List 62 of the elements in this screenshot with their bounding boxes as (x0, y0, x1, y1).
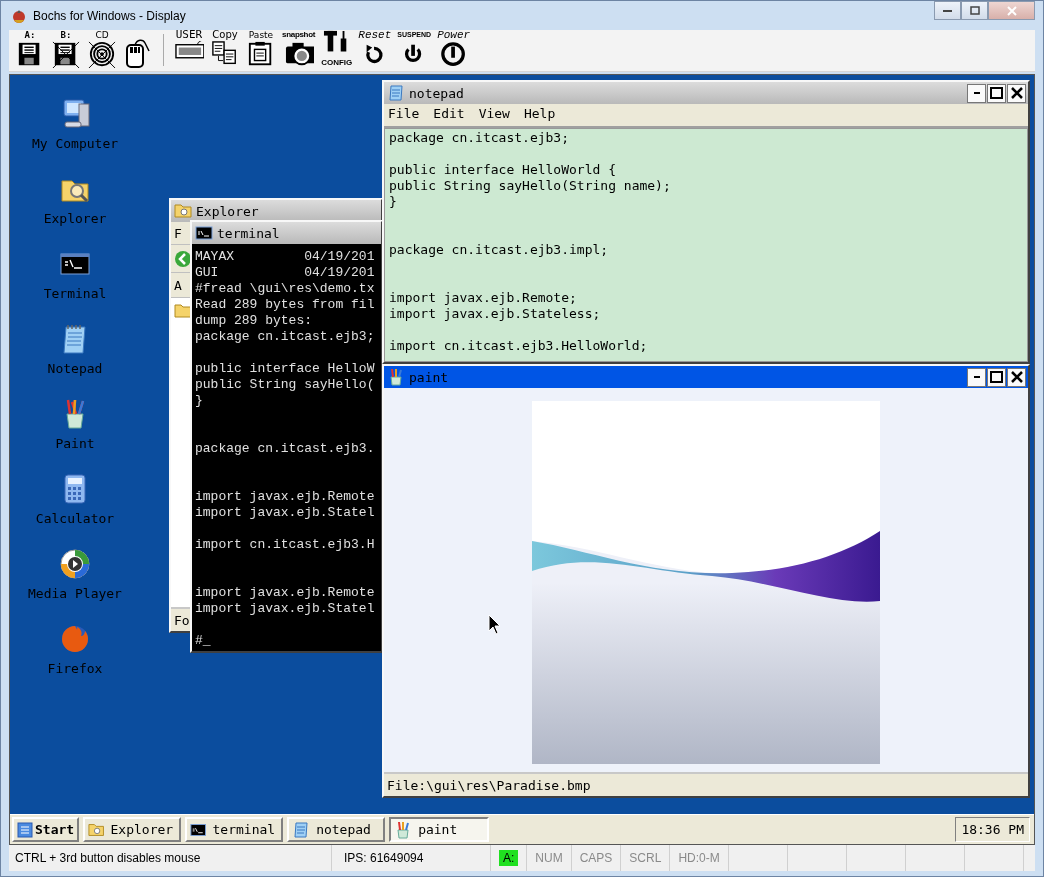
terminal-icon (195, 224, 213, 242)
status-indicator: HD:0-M (678, 851, 720, 865)
minimize-button[interactable] (967, 367, 986, 387)
minimize-icon (973, 375, 980, 378)
minimize-icon (973, 91, 980, 94)
maximize-icon (990, 370, 1003, 383)
clock: 18:36 PM (955, 817, 1030, 842)
start-menu-icon (17, 821, 33, 838)
status-indicator: NUM (535, 851, 563, 865)
taskbar-button[interactable]: terminal (185, 817, 284, 842)
window-title: paint (409, 369, 449, 385)
address-label: A (174, 277, 182, 293)
start-button[interactable]: Start (12, 817, 80, 842)
status-text: File:\gui\res\Paradise.bmp (387, 777, 591, 793)
minimize-button[interactable] (967, 83, 986, 103)
close-icon (1010, 370, 1023, 383)
minimize-icon (943, 9, 952, 12)
window-title: Explorer (196, 203, 259, 219)
notepad-icon (292, 820, 311, 839)
power-button[interactable]: Power (437, 30, 471, 68)
status-indicator: A: (499, 850, 519, 866)
close-icon (1010, 86, 1023, 99)
status-text: Fo (174, 612, 190, 628)
close-button[interactable] (1007, 83, 1026, 103)
menu-item[interactable]: File (388, 106, 420, 124)
paint-brushes-icon (387, 368, 405, 386)
close-button[interactable] (1007, 367, 1026, 387)
camera-icon (283, 41, 314, 68)
menu-item[interactable]: F (174, 225, 182, 241)
menu-item[interactable]: Edit (433, 106, 465, 124)
copy-button[interactable]: Copy (210, 30, 240, 68)
menu-item[interactable]: Help (523, 106, 556, 124)
window-title: Bochs for Windows - Display (33, 8, 186, 23)
media-player-icon (59, 548, 91, 580)
taskbar-button[interactable]: notepad (287, 817, 386, 842)
taskbar-button[interactable]: paint (389, 817, 490, 842)
window-title: terminal (217, 225, 280, 241)
ips-counter: IPS: 61649094 (344, 851, 424, 865)
taskbar-button[interactable]: Explorer (83, 817, 182, 842)
terminal-output: MAYAX 04/19/201 GUI 04/19/201 #fread \gui\res\demo.tx Read 289 bytes from fil dump 289 bytes: package cn.itcast.ejb3; public interface HelloW public String sayHello( } package cn.itcast.ejb3. import javax.ejb.Remote import javax.ejb.Statel import cn.itcast.ejb3.H import javax.ejb.Remote import javax.ejb.Statel #_ (195, 249, 376, 649)
maximize-button[interactable] (987, 367, 1006, 387)
window-title: notepad (409, 85, 464, 101)
maximize-icon (969, 6, 980, 15)
config-button[interactable]: CONFIG (321, 30, 353, 68)
maximize-button[interactable] (987, 83, 1006, 103)
close-icon (1006, 5, 1017, 16)
code-text: package cn.itcast.ejb3; public interface HelloWorld { public String sayHello(String name); } package cn.itcast.ejb3.impl; import javax.ejb.Remote; import javax.ejb.Stateless; import cn.itcast.ejb3.HelloWorld; (389, 130, 672, 354)
folder-search-icon (174, 202, 192, 220)
mouse-pointer-icon (488, 614, 502, 636)
status-indicator: CAPS (579, 851, 613, 865)
maximize-icon (990, 86, 1003, 99)
snapshot-button[interactable]: snapshot (282, 30, 316, 68)
floppy-button[interactable]: A: (15, 30, 45, 68)
reset-button[interactable]: Reset (358, 30, 392, 68)
folder-icon (174, 302, 192, 318)
user-button[interactable]: USER (174, 30, 204, 68)
paste-button[interactable]: Paste (246, 30, 276, 68)
notepad-icon (387, 84, 405, 102)
status-indicator: SCRL (629, 851, 662, 865)
menu-item[interactable]: View (478, 106, 510, 124)
minimize-button[interactable] (934, 1, 961, 20)
status-message: CTRL + 3rd button disables mouse (15, 851, 201, 865)
